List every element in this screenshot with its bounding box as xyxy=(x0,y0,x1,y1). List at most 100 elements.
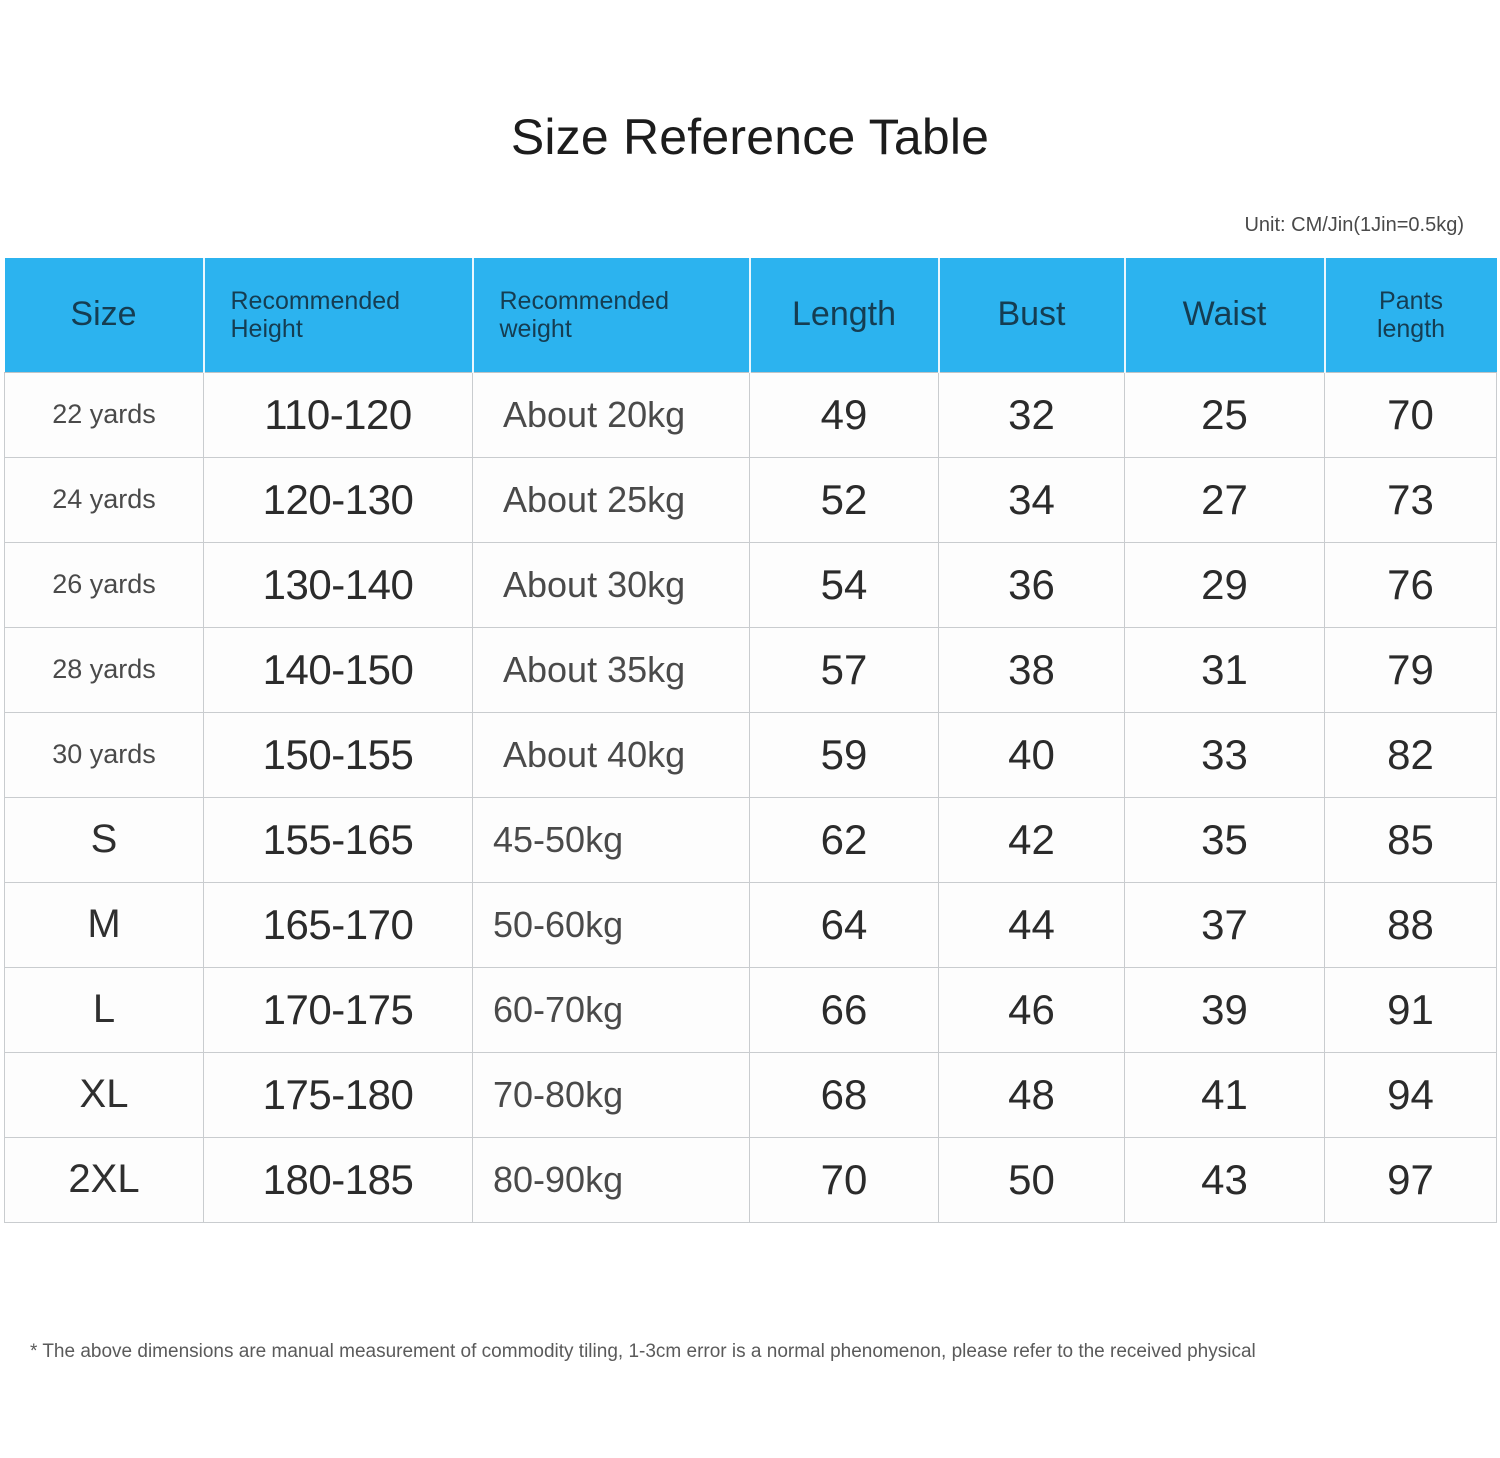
cell-waist: 31 xyxy=(1124,626,1325,713)
cell-size: 28 yards xyxy=(4,626,204,713)
cell-recommended-height: 150-155 xyxy=(203,711,473,798)
cell-size: 26 yards xyxy=(4,541,204,628)
cell-pants-length: 94 xyxy=(1324,1051,1497,1138)
cell-size: XL xyxy=(4,1051,204,1138)
footnote-disclaimer: * The above dimensions are manual measur… xyxy=(30,1341,1256,1362)
cell-pants-length: 82 xyxy=(1324,711,1497,798)
cell-size: M xyxy=(4,881,204,968)
cell-size: 24 yards xyxy=(4,456,204,543)
cell-pants-length: 73 xyxy=(1324,456,1497,543)
table-row: 24 yards 120-130 About 25kg 52 34 27 73 xyxy=(4,456,1497,543)
cell-recommended-weight: 50-60kg xyxy=(472,881,750,968)
cell-waist: 33 xyxy=(1124,711,1325,798)
cell-pants-length: 79 xyxy=(1324,626,1497,713)
cell-length: 49 xyxy=(749,371,939,458)
cell-size: L xyxy=(4,966,204,1053)
cell-recommended-height: 175-180 xyxy=(203,1051,473,1138)
table-row: 2XL 180-185 80-90kg 70 50 43 97 xyxy=(4,1136,1497,1223)
cell-pants-length: 91 xyxy=(1324,966,1497,1053)
column-header-waist: Waist xyxy=(1124,258,1326,373)
cell-length: 52 xyxy=(749,456,939,543)
cell-length: 59 xyxy=(749,711,939,798)
cell-pants-length: 70 xyxy=(1324,371,1497,458)
size-reference-table: Size Recommended Height Recommended weig… xyxy=(4,258,1497,1223)
table-body: 22 yards 110-120 About 20kg 49 32 25 70 24 yard… xyxy=(4,371,1497,1223)
cell-recommended-height: 155-165 xyxy=(203,796,473,883)
cell-length: 68 xyxy=(749,1051,939,1138)
cell-recommended-height: 180-185 xyxy=(203,1136,473,1223)
cell-recommended-height: 110-120 xyxy=(203,371,473,458)
table-row: 30 yards 150-155 About 40kg 59 40 33 82 xyxy=(4,711,1497,798)
cell-recommended-weight: About 30kg xyxy=(472,541,750,628)
cell-waist: 39 xyxy=(1124,966,1325,1053)
table-row: 26 yards 130-140 About 30kg 54 36 29 76 xyxy=(4,541,1497,628)
cell-recommended-weight: 80-90kg xyxy=(472,1136,750,1223)
cell-bust: 38 xyxy=(938,626,1125,713)
page-title: Size Reference Table xyxy=(510,109,990,165)
cell-bust: 46 xyxy=(938,966,1125,1053)
cell-bust: 34 xyxy=(938,456,1125,543)
cell-waist: 35 xyxy=(1124,796,1325,883)
cell-length: 54 xyxy=(749,541,939,628)
cell-recommended-weight: About 40kg xyxy=(472,711,750,798)
cell-waist: 41 xyxy=(1124,1051,1325,1138)
cell-recommended-height: 130-140 xyxy=(203,541,473,628)
cell-size: 2XL xyxy=(4,1136,204,1223)
cell-recommended-weight: About 20kg xyxy=(472,371,750,458)
cell-waist: 27 xyxy=(1124,456,1325,543)
table-row: L 170-175 60-70kg 66 46 39 91 xyxy=(4,966,1497,1053)
cell-recommended-weight: About 35kg xyxy=(472,626,750,713)
column-header-recommended-height: Recommended Height xyxy=(203,258,474,373)
cell-recommended-height: 170-175 xyxy=(203,966,473,1053)
cell-recommended-weight: 45-50kg xyxy=(472,796,750,883)
table-header: Size Recommended Height Recommended weig… xyxy=(4,258,1497,373)
cell-waist: 43 xyxy=(1124,1136,1325,1223)
header-row: Size Recommended Height Recommended weig… xyxy=(4,258,1497,373)
cell-pants-length: 85 xyxy=(1324,796,1497,883)
cell-recommended-height: 140-150 xyxy=(203,626,473,713)
column-header-bust: Bust xyxy=(938,258,1126,373)
table-row: S 155-165 45-50kg 62 42 35 85 xyxy=(4,796,1497,883)
cell-recommended-weight: 60-70kg xyxy=(472,966,750,1053)
cell-bust: 44 xyxy=(938,881,1125,968)
table-row: 28 yards 140-150 About 35kg 57 38 31 79 xyxy=(4,626,1497,713)
cell-bust: 32 xyxy=(938,371,1125,458)
cell-recommended-height: 165-170 xyxy=(203,881,473,968)
cell-length: 62 xyxy=(749,796,939,883)
cell-size: S xyxy=(4,796,204,883)
cell-recommended-weight: About 25kg xyxy=(472,456,750,543)
cell-recommended-height: 120-130 xyxy=(203,456,473,543)
cell-bust: 40 xyxy=(938,711,1125,798)
header-line-2: weight xyxy=(499,314,572,343)
cell-bust: 48 xyxy=(938,1051,1125,1138)
cell-pants-length: 76 xyxy=(1324,541,1497,628)
cell-bust: 50 xyxy=(938,1136,1125,1223)
header-line-1: Recommended xyxy=(499,286,670,315)
cell-bust: 36 xyxy=(938,541,1125,628)
column-header-length: Length xyxy=(749,258,940,373)
header-line-2: length xyxy=(1376,314,1446,343)
header-line-1: Recommended xyxy=(230,286,401,315)
cell-waist: 37 xyxy=(1124,881,1325,968)
header-line-1: Pants xyxy=(1379,286,1443,315)
unit-note: Unit: CM/Jin(1Jin=0.5kg) xyxy=(1244,214,1464,236)
cell-length: 64 xyxy=(749,881,939,968)
header-line-2: Height xyxy=(230,314,303,343)
cell-waist: 29 xyxy=(1124,541,1325,628)
cell-recommended-weight: 70-80kg xyxy=(472,1051,750,1138)
column-header-pants-length: Pants length xyxy=(1324,258,1497,373)
column-header-recommended-weight: Recommended weight xyxy=(472,258,751,373)
cell-length: 66 xyxy=(749,966,939,1053)
table-row: M 165-170 50-60kg 64 44 37 88 xyxy=(4,881,1497,968)
column-header-size: Size xyxy=(4,258,205,373)
cell-bust: 42 xyxy=(938,796,1125,883)
cell-length: 70 xyxy=(749,1136,939,1223)
table-row: XL 175-180 70-80kg 68 48 41 94 xyxy=(4,1051,1497,1138)
table-row: 22 yards 110-120 About 20kg 49 32 25 70 xyxy=(4,371,1497,458)
cell-size: 30 yards xyxy=(4,711,204,798)
size-table-container: Size Recommended Height Recommended weig… xyxy=(4,258,1497,1223)
cell-pants-length: 88 xyxy=(1324,881,1497,968)
cell-size: 22 yards xyxy=(4,371,204,458)
size-chart-page: Size Reference Table Unit: CM/Jin(1Jin=0… xyxy=(0,0,1500,1458)
cell-pants-length: 97 xyxy=(1324,1136,1497,1223)
